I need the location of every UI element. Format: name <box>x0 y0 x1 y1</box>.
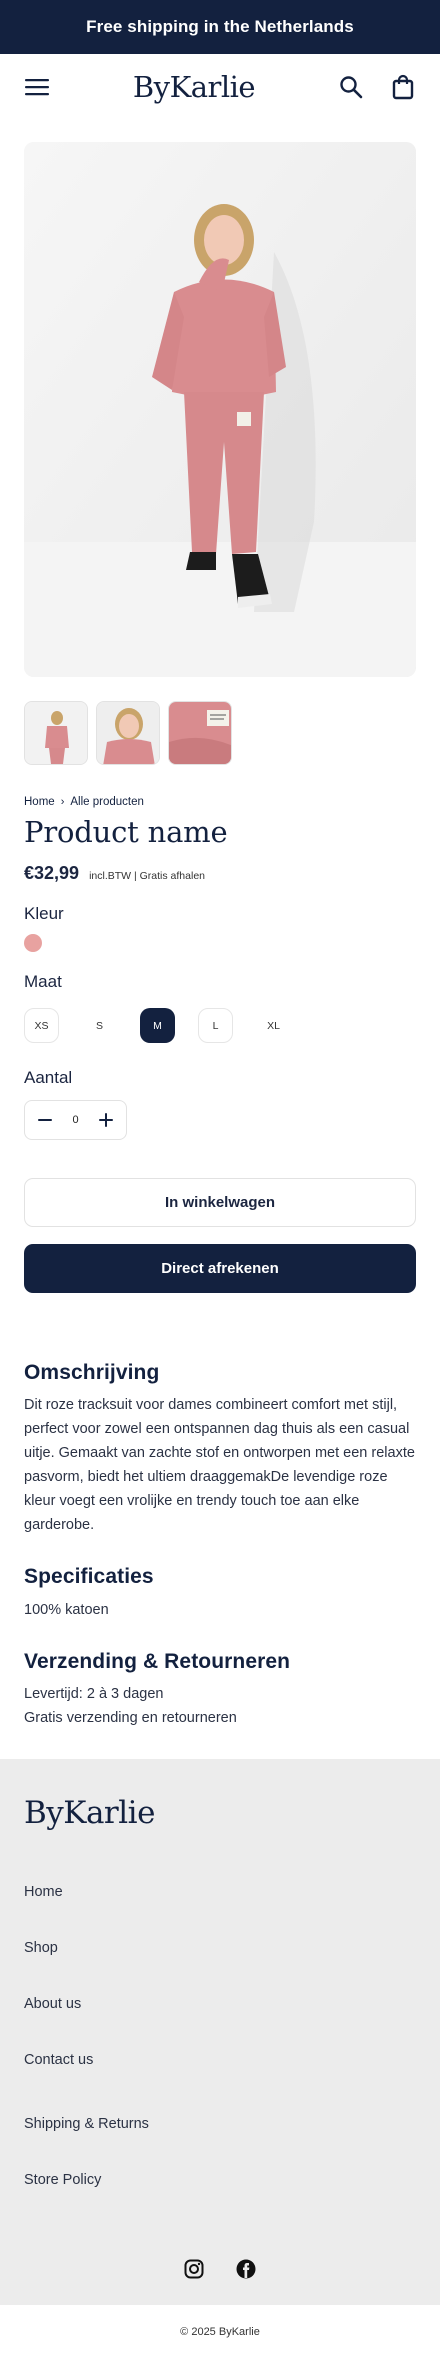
facebook-icon[interactable] <box>235 2258 257 2280</box>
footer-link-home[interactable]: Home <box>24 1864 416 1920</box>
size-option-l[interactable]: L <box>198 1008 233 1043</box>
size-label: Maat <box>24 972 62 991</box>
copyright: © 2025 ByKarlie <box>0 2305 440 2358</box>
thumbnail-1[interactable] <box>24 701 88 765</box>
breadcrumb: Home › Alle producten <box>0 765 440 808</box>
size-option-xs[interactable]: XS <box>24 1008 59 1043</box>
breadcrumb-separator: › <box>60 796 65 808</box>
search-icon[interactable] <box>338 74 364 100</box>
description-text: Dit roze tracksuit voor dames combineert… <box>24 1397 415 1533</box>
add-to-cart-button[interactable]: In winkelwagen <box>24 1178 416 1227</box>
announcement-bar: Free shipping in the Netherlands <box>0 0 440 54</box>
shopping-bag-icon[interactable] <box>390 74 416 100</box>
price-note: incl.BTW | Gratis afhalen <box>89 870 205 882</box>
site-footer: ByKarlie Home Shop About us Contact us S… <box>0 1759 440 2305</box>
shipping-heading: Verzending & Retourneren <box>24 1650 291 1673</box>
footer-nav: Home Shop About us Contact us Shipping &… <box>24 1864 416 2208</box>
size-options: XS S M L XL <box>0 992 440 1043</box>
quantity-value[interactable]: 0 <box>72 1114 78 1126</box>
color-swatch-pink[interactable] <box>24 934 42 952</box>
free-shipping-note: Gratis verzending en retourneren <box>24 1710 237 1726</box>
brand-logo[interactable]: ByKarlie <box>133 70 256 104</box>
footer-link-store-policy[interactable]: Store Policy <box>24 2152 416 2208</box>
specifications-text: 100% katoen <box>24 1602 109 1618</box>
footer-brand-logo[interactable]: ByKarlie <box>24 1795 416 1831</box>
color-label: Kleur <box>24 904 64 923</box>
footer-link-about[interactable]: About us <box>24 1976 416 2032</box>
shipping-info: Levertijd: 2 à 3 dagen Gratis verzending… <box>0 1682 440 1730</box>
size-option-m[interactable]: M <box>140 1008 175 1043</box>
plus-icon[interactable] <box>98 1112 114 1128</box>
breadcrumb-home[interactable]: Home <box>24 796 55 808</box>
product-price: €32,99 <box>24 863 80 883</box>
specifications-heading: Specificaties <box>24 1565 154 1588</box>
description-heading: Omschrijving <box>24 1361 160 1384</box>
hamburger-menu-icon[interactable] <box>24 74 50 100</box>
thumbnail-strip <box>0 677 440 765</box>
size-option-s[interactable]: S <box>82 1008 117 1043</box>
product-title: Product name <box>24 815 228 849</box>
product-main-image[interactable] <box>24 142 416 677</box>
quantity-label: Aantal <box>24 1068 73 1087</box>
social-links <box>24 2258 416 2280</box>
footer-link-shop[interactable]: Shop <box>24 1920 416 1976</box>
price-row: €32,99 incl.BTW | Gratis afhalen <box>0 849 440 884</box>
thumbnail-3[interactable] <box>168 701 232 765</box>
buy-now-button[interactable]: Direct afrekenen <box>24 1244 416 1293</box>
breadcrumb-current[interactable]: Alle producten <box>70 796 144 808</box>
delivery-time: Levertijd: 2 à 3 dagen <box>24 1686 164 1702</box>
minus-icon[interactable] <box>37 1112 53 1128</box>
instagram-icon[interactable] <box>183 2258 205 2280</box>
footer-link-shipping-returns[interactable]: Shipping & Returns <box>24 2096 416 2152</box>
footer-link-contact[interactable]: Contact us <box>24 2032 416 2088</box>
thumbnail-2[interactable] <box>96 701 160 765</box>
quantity-stepper: 0 <box>24 1100 127 1140</box>
site-header: ByKarlie <box>0 54 440 119</box>
size-option-xl[interactable]: XL <box>256 1008 291 1043</box>
announcement-text: Free shipping in the Netherlands <box>86 17 354 36</box>
